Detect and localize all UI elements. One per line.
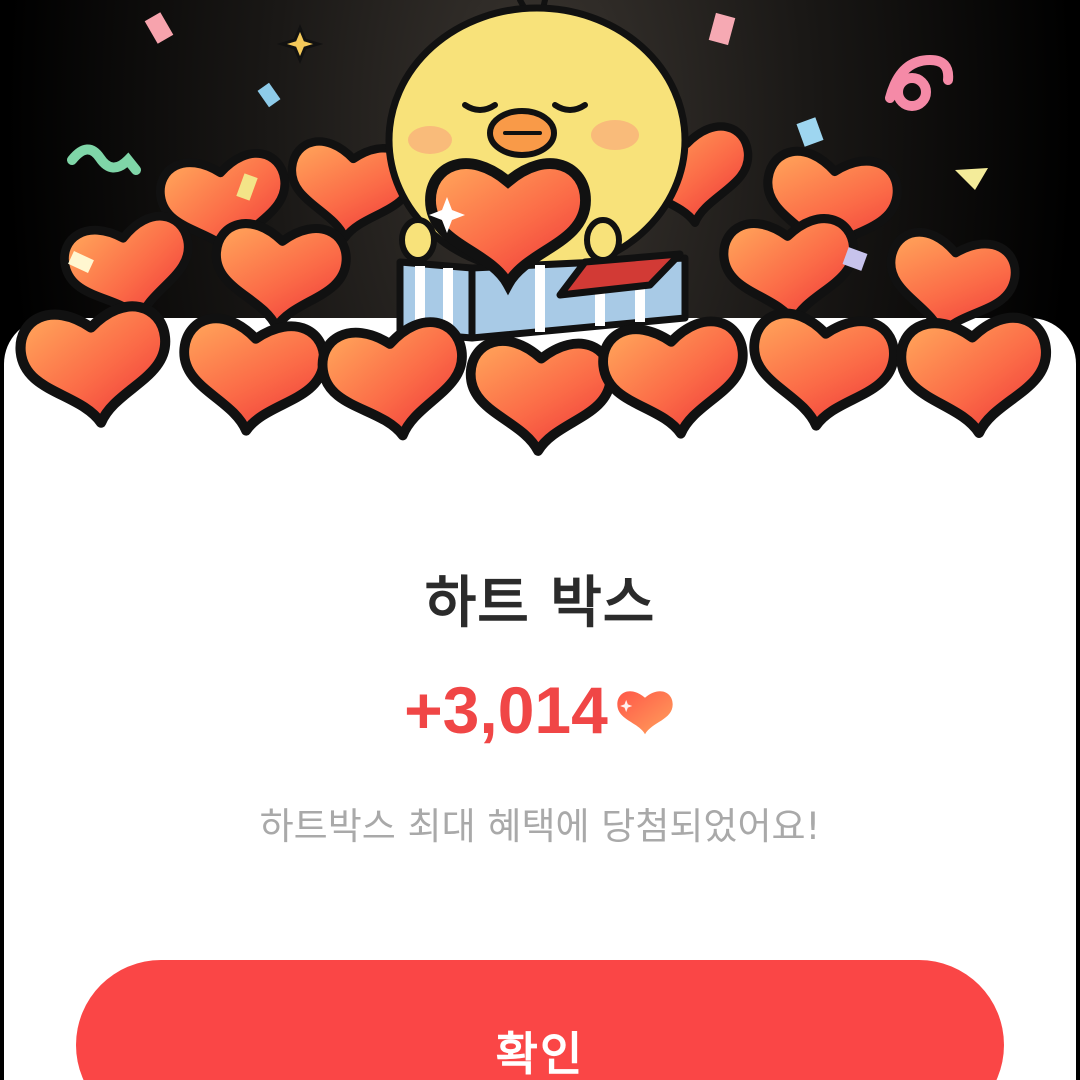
heart-box-illustration xyxy=(0,0,1080,490)
confirm-button[interactable]: 확인 xyxy=(76,960,1004,1080)
reward-screen: 하트 박스 +3,014 하트박스 최대 혜택에 당첨되었어요! 확인 xyxy=(0,0,1080,1080)
reward-description: 하트박스 최대 혜택에 당첨되었어요! xyxy=(259,805,821,848)
reward-amount: +3,014 xyxy=(404,673,608,747)
dialog-title: 하트 박스 xyxy=(424,571,656,636)
heart-icon xyxy=(617,691,673,735)
reward-amount-row: +3,014 xyxy=(0,672,1080,748)
confirm-button-label: 확인 xyxy=(495,1028,585,1080)
